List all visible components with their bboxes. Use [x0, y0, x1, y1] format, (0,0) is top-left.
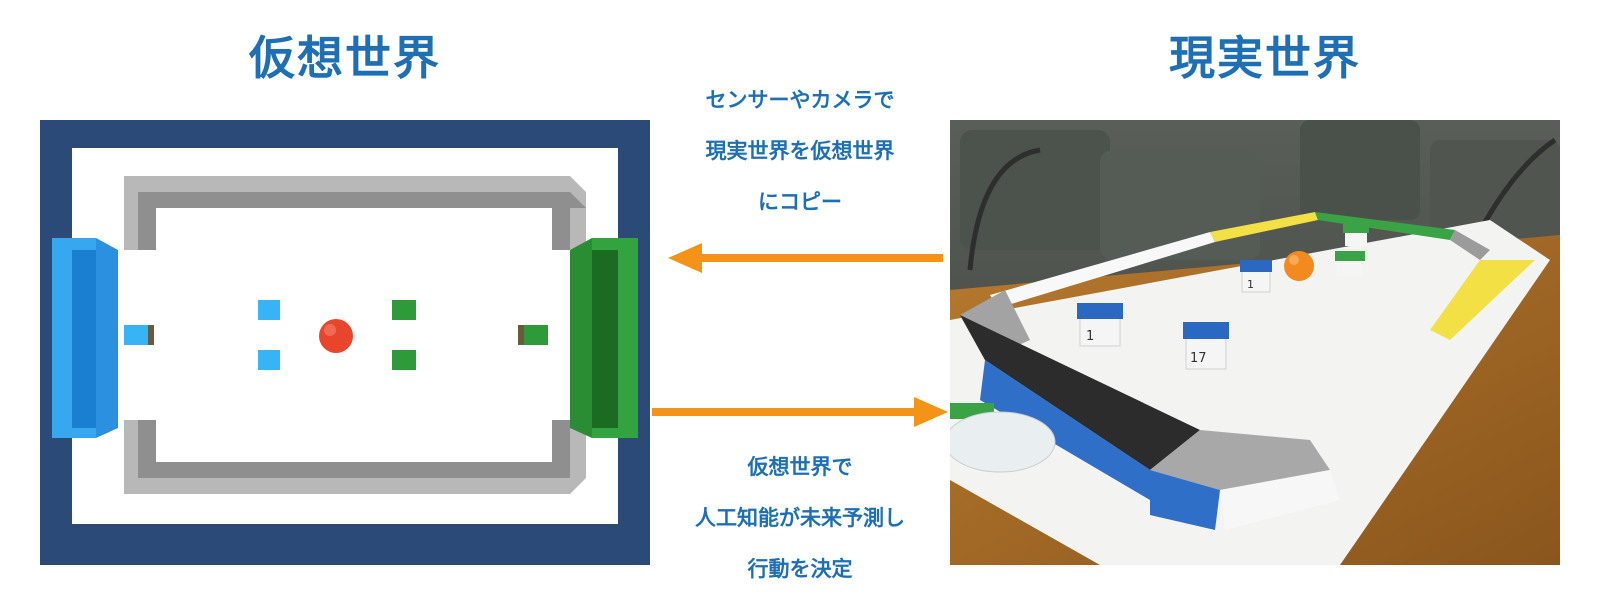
- photo-robot-5: [1343, 224, 1369, 246]
- robot-green-1: [392, 300, 416, 320]
- ball: [319, 319, 353, 353]
- photo-robot-3: 1: [1240, 260, 1272, 293]
- green-goal: [570, 238, 638, 438]
- real-world-title: 現実世界: [1169, 31, 1361, 85]
- caption-line: センサーやカメラで: [705, 88, 895, 112]
- arrow-left-icon: [668, 243, 943, 273]
- photo-robot-4: [1335, 251, 1365, 276]
- robot-charger: [950, 411, 1056, 473]
- caption-line: 仮想世界で: [747, 455, 853, 479]
- photo-robot-1: 1: [1077, 303, 1123, 347]
- virtual-world-title: 仮想世界: [249, 31, 441, 85]
- robot-blue-2: [258, 300, 280, 320]
- cube-label: 1: [1247, 278, 1254, 291]
- caption-line: 人工知能が未来予測し: [695, 506, 905, 530]
- photo-ball: [1284, 251, 1314, 281]
- caption-line: 現実世界を仮想世界: [705, 139, 895, 163]
- cube-label: 1: [1086, 329, 1094, 344]
- virtual-field: [40, 120, 650, 565]
- photo-robot-2: 17: [1183, 322, 1229, 370]
- arrow-right-icon: [652, 397, 948, 427]
- decide-caption: 仮想世界で 人工知能が未来予測し 行動を決定: [655, 442, 945, 595]
- blue-goal: [52, 238, 118, 438]
- caption-line: 行動を決定: [747, 557, 853, 581]
- caption-line: にコピー: [758, 190, 842, 214]
- copy-caption: センサーやカメラで 現実世界を仮想世界 にコピー: [655, 75, 945, 228]
- robot-blue-3: [258, 350, 280, 370]
- robot-green-2: [392, 350, 416, 370]
- cube-label: 17: [1190, 351, 1207, 366]
- real-field-photo: 1 17 1: [950, 120, 1560, 565]
